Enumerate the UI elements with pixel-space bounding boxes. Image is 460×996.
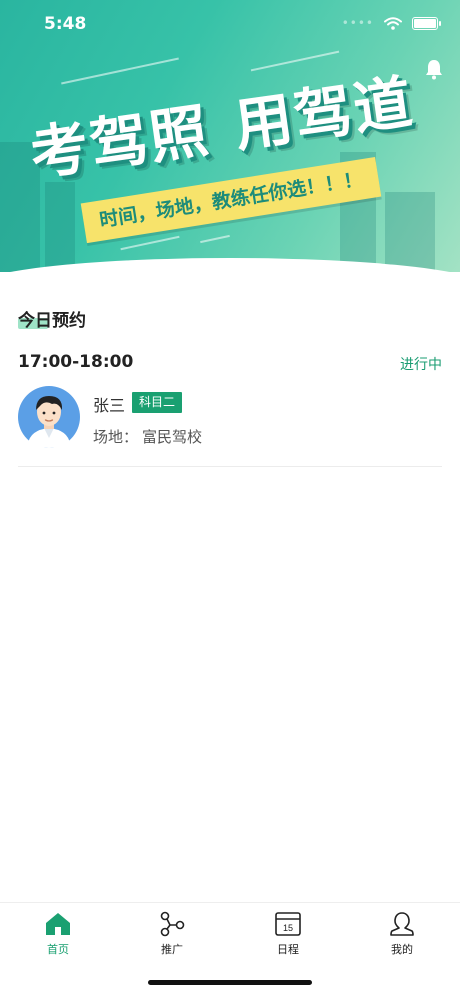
slogan-right: 用驾道 — [230, 67, 418, 160]
divider — [18, 466, 442, 467]
tab-mine[interactable]: 我的 — [372, 911, 432, 967]
bell-icon[interactable] — [424, 58, 444, 80]
tab-promote-label: 推广 — [161, 943, 183, 956]
home-icon — [46, 913, 70, 935]
calendar-icon: 15 — [275, 912, 301, 936]
avatar-icon — [18, 386, 80, 448]
tab-promote[interactable]: 推广 — [142, 911, 202, 967]
subject-tag: 科目二 — [132, 392, 183, 413]
section-title: 今日预约 — [18, 311, 86, 331]
tab-schedule[interactable]: 15 日程 — [258, 911, 318, 967]
appointment-time: 17:00-18:00 — [18, 352, 134, 372]
venue-info: 场地： 富民驾校 — [93, 426, 202, 447]
tab-schedule-label: 日程 — [277, 943, 299, 956]
venue-label: 场地： — [93, 428, 139, 446]
student-name: 张三 — [93, 396, 126, 415]
signal-dots-icon: •••• — [341, 16, 374, 30]
slogan-left: 考驾照 — [26, 96, 214, 189]
appointment-card[interactable]: 张三 科目二 场地： 富民驾校 — [18, 386, 442, 466]
status-bar: 5:48 •••• — [0, 0, 460, 50]
user-icon — [390, 912, 414, 936]
wifi-icon — [384, 16, 402, 30]
tab-mine-label: 我的 — [391, 943, 413, 956]
appointment-time-row: 17:00-18:00 进行中 — [18, 352, 442, 376]
status-time: 5:48 — [44, 14, 87, 34]
tab-home-label: 首页 — [47, 943, 69, 956]
share-icon — [160, 911, 185, 937]
calendar-icon-day: 15 — [283, 923, 293, 933]
home-indicator — [148, 980, 312, 985]
appointment-status: 进行中 — [400, 357, 442, 373]
battery-icon — [412, 16, 441, 30]
tab-home[interactable]: 首页 — [28, 911, 88, 967]
venue-name: 富民驾校 — [142, 428, 203, 446]
